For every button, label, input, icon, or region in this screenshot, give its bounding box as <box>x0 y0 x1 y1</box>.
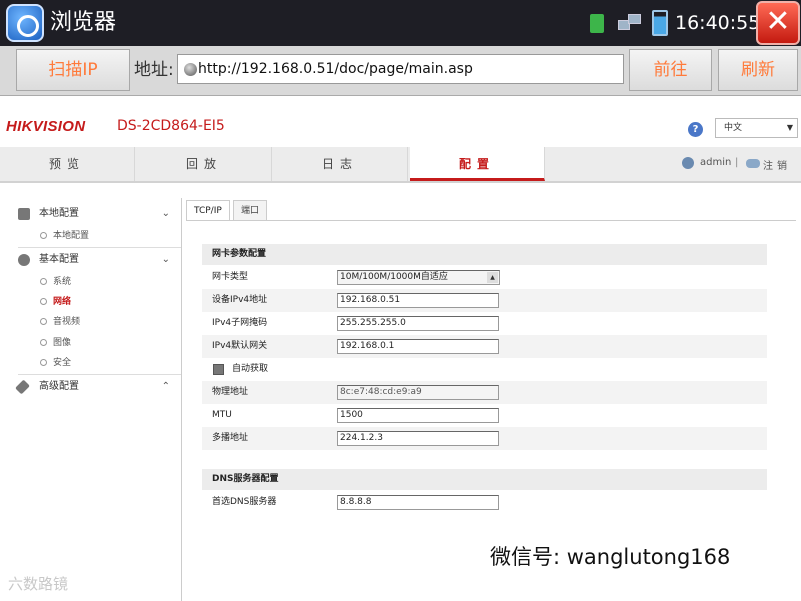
sidebar-item-audio-video[interactable]: 音视频 <box>40 313 80 331</box>
app-title: 浏览器 <box>50 10 117 35</box>
device-model: DS-2CD864-EI5 <box>117 118 225 134</box>
gear-icon <box>18 254 30 266</box>
tab-tcpip[interactable]: TCP/IP <box>186 200 230 221</box>
dns-section-header: DNS服务器配置 <box>202 469 767 490</box>
tab-preview[interactable]: 预览 <box>0 147 135 181</box>
sidebar-group-advanced[interactable]: 高级配置 ⌃ <box>15 376 178 398</box>
chevron-down-icon: ⌄ <box>161 208 170 219</box>
divider <box>18 247 181 248</box>
ipv4-address-row: 设备IPv4地址 192.168.0.51 <box>202 289 767 312</box>
user-name[interactable]: admin <box>700 157 731 168</box>
mac-address-row: 物理地址 8c:e7:48:cd:e9:a9 <box>202 381 767 404</box>
globe-icon <box>184 63 197 76</box>
logout-icon[interactable] <box>746 159 760 168</box>
nic-type-row: 网卡类型 10M/100M/1000M自适应 ▲ <box>202 266 767 289</box>
chevron-down-icon: ▲ <box>487 272 498 283</box>
bullet-icon <box>40 339 47 346</box>
bullet-icon <box>40 232 47 239</box>
tab-port[interactable]: 端口 <box>233 200 268 221</box>
mtu-input[interactable]: 1500 <box>337 408 499 423</box>
nic-type-select[interactable]: 10M/100M/1000M自适应 ▲ <box>337 270 500 285</box>
bullet-icon <box>40 318 47 325</box>
sidebar-group-local[interactable]: 本地配置 ⌄ <box>18 203 178 225</box>
ipv4-mask-input[interactable]: 255.255.255.0 <box>337 316 499 331</box>
browser-app-icon <box>6 4 44 42</box>
chevron-up-icon: ⌃ <box>161 381 170 392</box>
nic-section-header: 网卡参数配置 <box>202 244 767 265</box>
sidebar-item-local-config[interactable]: 本地配置 <box>40 227 89 245</box>
ipv4-address-input[interactable]: 192.168.0.51 <box>337 293 499 308</box>
go-button[interactable]: 前往 <box>629 49 712 91</box>
battery-icon <box>652 10 668 36</box>
address-label: 地址: <box>134 60 174 80</box>
config-content: TCP/IP 端口 网卡参数配置 网卡类型 10M/100M/1000M自适应 … <box>186 200 796 540</box>
tab-config[interactable]: 配置 <box>410 147 545 181</box>
logout-link[interactable]: 注销 <box>763 157 791 172</box>
bullet-icon <box>40 359 47 366</box>
sidebar-item-network[interactable]: 网络 <box>40 293 71 311</box>
title-bar: 浏览器 16:40:55 ✕ <box>0 0 801 46</box>
chevron-down-icon: ▼ <box>786 123 793 132</box>
sidebar-item-system[interactable]: 系统 <box>40 273 71 291</box>
mtu-row: MTU 1500 <box>202 404 767 427</box>
divider <box>18 374 181 375</box>
help-icon[interactable]: ? <box>688 122 703 137</box>
wrench-icon <box>15 379 30 395</box>
language-value: 中文 <box>724 123 743 133</box>
url-input[interactable]: http://192.168.0.51/doc/page/main.asp <box>177 54 624 84</box>
separator: | <box>735 157 739 168</box>
scan-ip-button[interactable]: 扫描IP <box>16 49 130 91</box>
multicast-input[interactable]: 224.1.2.3 <box>337 431 499 446</box>
chevron-down-icon: ⌄ <box>161 254 170 265</box>
dns-row: 首选DNS服务器 8.8.8.8 <box>202 491 767 514</box>
address-bar: 扫描IP 地址: http://192.168.0.51/doc/page/ma… <box>0 46 801 96</box>
ipv4-gateway-row: IPv4默认网关 192.168.0.1 <box>202 335 767 358</box>
sidebar-group-basic[interactable]: 基本配置 ⌄ <box>18 249 178 271</box>
multicast-row: 多播地址 224.1.2.3 <box>202 427 767 450</box>
close-icon[interactable]: ✕ <box>756 1 800 45</box>
refresh-button[interactable]: 刷新 <box>718 49 798 91</box>
auto-obtain-row: 自动获取 <box>202 358 767 381</box>
mac-address-input: 8c:e7:48:cd:e9:a9 <box>337 385 499 400</box>
bullet-icon <box>40 298 47 305</box>
sd-card-icon <box>590 14 604 33</box>
sidebar-item-image[interactable]: 图像 <box>40 334 71 352</box>
clock: 16:40:55 <box>675 12 761 34</box>
bullet-icon <box>40 278 47 285</box>
language-select[interactable]: 中文 ▼ <box>715 118 798 138</box>
tab-playback[interactable]: 回放 <box>137 147 272 181</box>
user-icon <box>682 157 694 169</box>
network-icon <box>618 14 642 32</box>
hikvision-logo: HIKVISION <box>6 118 86 135</box>
sidebar-item-security[interactable]: 安全 <box>40 354 71 372</box>
ipv4-mask-row: IPv4子网掩码 255.255.255.0 <box>202 312 767 335</box>
ipv4-gateway-input[interactable]: 192.168.0.1 <box>337 339 499 354</box>
main-nav: 预览 回放 日志 配置 <box>0 147 801 183</box>
monitor-icon <box>18 208 30 220</box>
sidebar: 本地配置 ⌄ 本地配置 基本配置 ⌄ 系统 网络 音视频 图像 安全 高级配置 … <box>4 198 182 601</box>
tab-log[interactable]: 日志 <box>273 147 408 181</box>
wechat-watermark: 微信号: wanglutong168 <box>490 545 731 569</box>
brand-watermark: 六数路镜 <box>8 575 69 593</box>
dns-input[interactable]: 8.8.8.8 <box>337 495 499 510</box>
auto-obtain-checkbox[interactable] <box>213 364 224 375</box>
